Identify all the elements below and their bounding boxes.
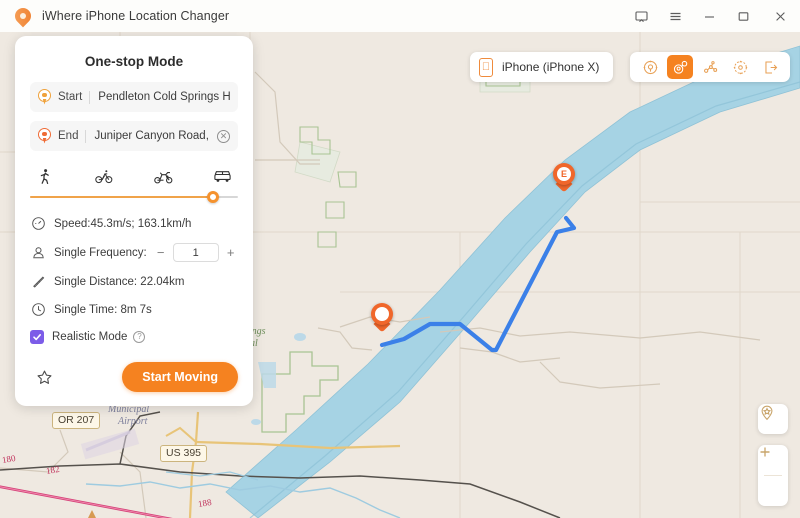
road-shield: OR 207 <box>52 412 101 429</box>
one-stop-panel: One-stop Mode Start Pendleton Cold Sprin… <box>15 36 253 406</box>
start-pin-center <box>42 92 47 98</box>
start-label: Start <box>58 91 83 103</box>
car-icon <box>214 170 232 182</box>
scooter-mode-button[interactable] <box>151 166 177 186</box>
one-stop-mode-button[interactable] <box>667 55 693 79</box>
slider-fill <box>30 196 214 198</box>
frequency-row: Single Frequency: − 1 + <box>30 243 238 262</box>
help-circle-icon[interactable]: ? <box>133 331 146 343</box>
field-divider <box>85 129 87 143</box>
title-bar: iWhere iPhone Location Changer <box>0 0 800 32</box>
monitor-feedback-icon <box>634 10 648 22</box>
distance-row: Single Distance: 22.04km <box>30 273 238 290</box>
frequency-plus-button[interactable]: + <box>224 245 238 261</box>
speed-text: Speed:45.3m/s; 163.1km/h <box>54 217 192 230</box>
exit-mode-button[interactable] <box>757 55 783 79</box>
realistic-mode-checkbox[interactable] <box>30 330 44 344</box>
repeat-icon <box>30 244 47 261</box>
logo-dot-shape <box>20 13 26 19</box>
speed-row: Speed:45.3m/s; 163.1km/h <box>30 215 238 232</box>
frequency-value[interactable]: 1 <box>172 243 219 262</box>
favorite-star-button[interactable] <box>34 367 54 387</box>
bicycle-icon <box>95 169 113 183</box>
speedometer-icon <box>30 215 47 232</box>
realistic-mode-row: Realistic Mode ? <box>30 330 238 344</box>
bike-mode-button[interactable] <box>91 166 117 186</box>
start-moving-button[interactable]: Start Moving <box>122 362 238 392</box>
start-pin-tail <box>42 98 47 105</box>
teleport-mode-button[interactable] <box>637 55 663 79</box>
clock-icon <box>30 301 47 318</box>
close-icon <box>775 11 785 21</box>
start-value: Pendleton Cold Springs Highw <box>98 91 230 103</box>
device-label: iPhone (iPhone X) <box>502 60 600 74</box>
device-selector[interactable]:  iPhone (iPhone X) <box>470 52 614 82</box>
realistic-mode-label: Realistic Mode <box>52 331 128 343</box>
end-pin-center <box>42 131 47 137</box>
feedback-button[interactable] <box>624 0 658 32</box>
walk-mode-button[interactable] <box>32 166 58 186</box>
joystick-mode-button[interactable] <box>727 55 753 79</box>
apple-glyph:  <box>482 61 490 73</box>
star-pin-icon <box>761 405 773 421</box>
panel-title: One-stop Mode <box>84 54 184 69</box>
route-end-marker[interactable]: E <box>553 163 575 193</box>
map-favorites-button[interactable] <box>758 404 788 434</box>
end-pin-tail <box>42 137 47 144</box>
distance-text: Single Distance: 22.04km <box>54 275 185 288</box>
frequency-stepper: − 1 + <box>154 243 238 262</box>
window-title: iWhere iPhone Location Changer <box>42 9 230 23</box>
frequency-minus-button[interactable]: − <box>154 245 168 261</box>
joystick-icon <box>733 60 747 74</box>
minimize-icon <box>704 15 714 18</box>
app-logo-icon <box>11 4 35 28</box>
multi-stop-mode-button[interactable] <box>697 55 723 79</box>
zoom-controls <box>758 445 788 506</box>
star-outline-icon <box>37 370 51 384</box>
end-location-field[interactable]: End Juniper Canyon Road, ✕ <box>30 121 238 151</box>
end-pin-icon <box>38 127 51 145</box>
menu-button[interactable] <box>658 0 692 32</box>
mode-toolbar <box>630 52 790 82</box>
maximize-icon <box>738 11 748 21</box>
panel-footer: Start Moving <box>30 362 238 392</box>
minus-icon <box>760 451 770 453</box>
clear-end-button[interactable]: ✕ <box>217 129 230 143</box>
hamburger-menu-icon <box>670 12 680 20</box>
start-pin-icon <box>38 88 51 106</box>
checkmark-icon <box>33 334 41 341</box>
single-spot-pin-icon <box>643 60 657 74</box>
car-mode-button[interactable] <box>210 166 236 186</box>
transport-mode-row <box>32 164 236 186</box>
pin-letter: E <box>557 167 571 181</box>
multi-stop-route-icon <box>703 60 717 73</box>
walking-icon <box>40 168 49 184</box>
speed-slider[interactable] <box>30 190 238 204</box>
frequency-label: Single Frequency: <box>54 246 147 259</box>
start-location-field[interactable]: Start Pendleton Cold Springs Highw <box>30 82 238 112</box>
ruler-icon <box>30 273 47 290</box>
maximize-button[interactable] <box>726 0 760 32</box>
time-text: Single Time: 8m 7s <box>54 303 152 316</box>
exit-arrow-icon <box>764 61 777 73</box>
pin-letter <box>375 307 389 321</box>
road-shield: US 395 <box>160 445 208 462</box>
one-stop-route-icon <box>673 60 687 74</box>
window-controls <box>624 0 800 32</box>
end-label: End <box>58 130 79 142</box>
route-start-marker[interactable] <box>371 303 393 333</box>
zoom-out-button[interactable] <box>758 451 788 506</box>
iphone-apple-icon:  <box>479 57 493 77</box>
field-divider <box>89 90 91 104</box>
end-value: Juniper Canyon Road, <box>94 130 209 142</box>
minimize-button[interactable] <box>692 0 726 32</box>
app-window: Municipal Airport prings onal life ge OR… <box>0 0 800 518</box>
time-row: Single Time: 8m 7s <box>30 301 238 318</box>
close-button[interactable] <box>760 0 800 32</box>
scooter-icon <box>154 171 173 183</box>
slider-knob[interactable] <box>207 191 220 203</box>
